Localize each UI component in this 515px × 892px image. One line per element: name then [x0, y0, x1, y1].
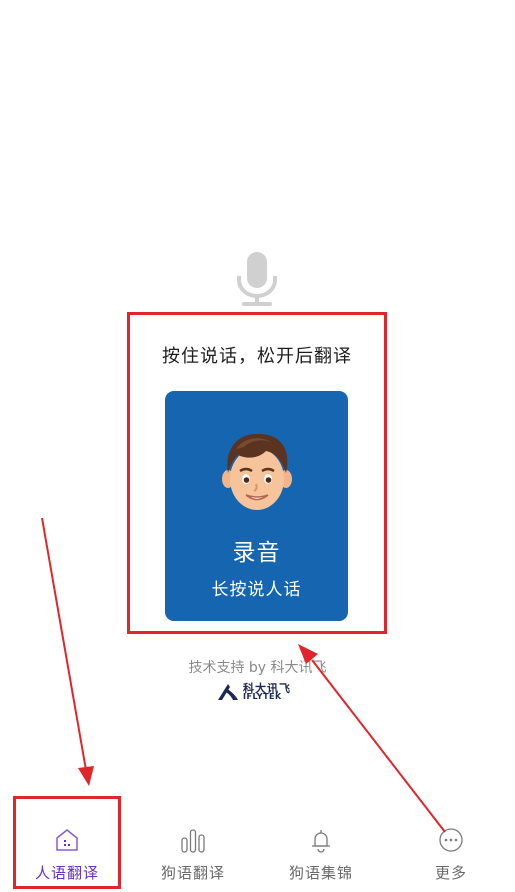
tab-label: 更多 — [434, 864, 467, 882]
tab-label: 狗语集锦 — [288, 864, 353, 882]
tab-dog-translate[interactable]: 狗语翻译 — [138, 818, 248, 888]
avatar-boy-icon — [222, 433, 292, 510]
iflytek-logo: 科大讯飞 IFLYTEK — [216, 681, 308, 703]
microphone-icon — [237, 252, 277, 306]
tab-more[interactable]: 更多 — [396, 818, 506, 888]
logo-text-en: IFLYTEK — [243, 692, 282, 701]
bell-icon — [312, 830, 330, 853]
arrow-head-down — [78, 766, 94, 786]
iflytek-logo-mark-icon — [218, 684, 238, 700]
bars-icon — [181, 829, 205, 853]
more-icon — [439, 828, 463, 852]
tab-dog-collection[interactable]: 狗语集锦 — [266, 818, 376, 888]
annotation-tab-highlight-box — [13, 796, 121, 889]
tab-label: 狗语翻译 — [160, 864, 225, 882]
record-title: 录音 — [232, 540, 281, 566]
tech-support-text: 技术支持 by 科大讯飞 — [188, 660, 327, 676]
record-button[interactable]: 录音 长按说人话 — [165, 391, 348, 621]
instruction-text: 按住说话，松开后翻译 — [162, 346, 352, 367]
record-subtitle: 长按说人话 — [211, 580, 302, 600]
